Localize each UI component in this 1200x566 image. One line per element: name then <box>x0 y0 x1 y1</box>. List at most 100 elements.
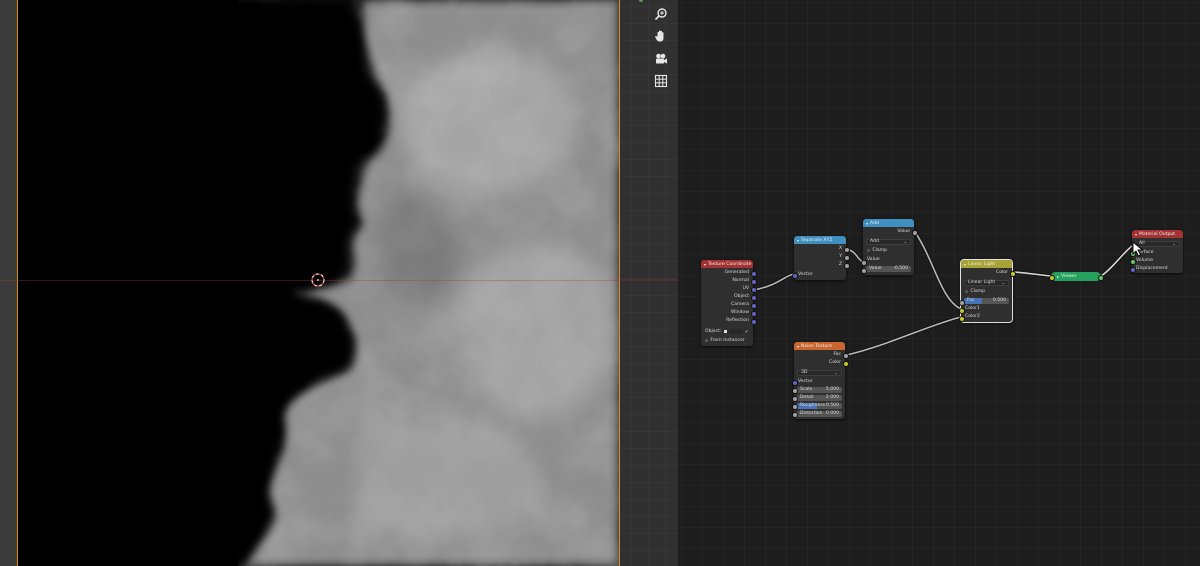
collapse-arrow-icon[interactable]: ▸ <box>1057 274 1059 279</box>
socket-vector-in[interactable] <box>792 272 798 279</box>
viewer-node[interactable]: ▸ Viewer <box>1051 272 1101 281</box>
node-header[interactable]: ▾ Noise Texture <box>794 342 845 350</box>
scale-field[interactable]: Scale 5.000 <box>797 386 842 393</box>
operation-dropdown[interactable]: Add ⌄ <box>866 238 911 245</box>
object-picker-row[interactable]: Object: ✓ <box>705 328 749 335</box>
socket-label: Window <box>730 310 749 315</box>
node-header[interactable]: ▾ Linear Light <box>961 260 1012 268</box>
clamp-row[interactable]: Clamp <box>965 288 985 295</box>
socket-label: Color <box>829 360 841 365</box>
roughness-field-row[interactable]: Roughness 0.500 <box>797 402 842 409</box>
socket-row: UV <box>742 285 749 292</box>
3d-cursor-icon[interactable] <box>310 272 326 288</box>
grid-icon[interactable] <box>651 71 671 91</box>
fac-field[interactable]: Fac 0.500 <box>964 297 1009 304</box>
dimension-dropdown[interactable]: 3D ⌄ <box>797 369 842 376</box>
socket-displacement-in[interactable] <box>1130 266 1136 273</box>
socket-normal[interactable] <box>751 278 757 285</box>
separate-xyz-node[interactable]: ▾ Separate XYZ X Y Z Vector <box>794 236 846 280</box>
socket-color1-in[interactable] <box>959 307 965 314</box>
roughness-field[interactable]: Roughness 0.500 <box>797 402 842 409</box>
texture-coordinate-node[interactable]: ▾ Texture Coordinate Generated Normal UV… <box>701 260 753 346</box>
object-field[interactable] <box>728 329 743 334</box>
socket-window[interactable] <box>751 310 757 317</box>
socket-uv[interactable] <box>751 286 757 293</box>
dimension-dropdown-row[interactable]: 3D ⌄ <box>797 369 842 376</box>
blend-mode-dropdown[interactable]: Linear Light ⌄ <box>964 279 1009 286</box>
socket-generated[interactable] <box>751 270 757 277</box>
collapse-arrow-icon[interactable]: ▾ <box>964 262 966 267</box>
chevron-down-icon: ⌄ <box>1172 241 1176 246</box>
camera-icon[interactable] <box>651 49 671 69</box>
socket-value-in-2[interactable] <box>861 267 867 274</box>
from-instancer-row[interactable]: From Instancer <box>705 337 745 344</box>
from-instancer-checkbox[interactable] <box>705 338 709 343</box>
value-field[interactable]: Value -0.500 <box>866 265 911 272</box>
collapse-arrow-icon[interactable]: ▾ <box>797 344 799 349</box>
socket-fac-in[interactable] <box>959 299 965 306</box>
hand-icon[interactable] <box>651 26 671 46</box>
socket-vector-in[interactable] <box>792 379 798 386</box>
distortion-field-row[interactable]: Distortion 0.000 <box>797 410 842 417</box>
3d-viewport[interactable] <box>0 0 620 566</box>
socket-color-out[interactable] <box>843 360 849 367</box>
socket-label: Camera <box>730 302 749 307</box>
socket-color2-in[interactable] <box>959 315 965 322</box>
socket-color-out[interactable] <box>1010 270 1016 277</box>
socket-value-out[interactable] <box>912 229 918 236</box>
detail-field-row[interactable]: Detail 2.000 <box>797 394 842 401</box>
linear-light-node[interactable]: ▾ Linear Light Color Linear Light ⌄ Clamp… <box>960 259 1013 323</box>
clamp-row[interactable]: Clamp <box>867 247 887 254</box>
shader-node-editor[interactable]: ▾ Texture Coordinate Generated Normal UV… <box>679 0 1200 566</box>
socket-label: Displacement <box>1136 266 1168 271</box>
clamp-checkbox[interactable] <box>965 289 969 294</box>
socket-roughness-in[interactable] <box>792 403 798 410</box>
socket-fac-out[interactable] <box>843 352 849 359</box>
socket-label: UV <box>742 286 749 291</box>
fac-field-row[interactable]: Fac 0.500 <box>964 297 1009 304</box>
checkbox-label: From Instancer <box>710 338 745 343</box>
collapse-arrow-icon[interactable]: ▾ <box>704 262 706 267</box>
eyedropper-icon[interactable]: ✓ <box>745 329 749 335</box>
node-header[interactable]: ▾ Separate XYZ <box>794 236 846 244</box>
blend-dropdown-row[interactable]: Linear Light ⌄ <box>964 279 1009 286</box>
socket-detail-in[interactable] <box>792 395 798 402</box>
socket-y[interactable] <box>844 254 850 261</box>
socket-volume-in[interactable] <box>1130 258 1136 265</box>
socket-scale-in[interactable] <box>792 387 798 394</box>
viewport-left-edge <box>0 0 18 566</box>
node-header[interactable]: ▾ Texture Coordinate <box>701 260 753 268</box>
node-header[interactable]: ▾ Material Output <box>1132 230 1183 238</box>
socket-row: Color1 <box>965 305 980 312</box>
socket-row: Volume <box>1136 257 1153 264</box>
collapse-arrow-icon[interactable]: ▾ <box>797 238 799 243</box>
collapse-arrow-icon[interactable]: ▾ <box>1135 232 1137 237</box>
socket-reflection[interactable] <box>751 318 757 325</box>
node-header[interactable]: ▾ Add <box>863 219 914 227</box>
socket-distortion-in[interactable] <box>792 411 798 418</box>
socket-viewer-out[interactable] <box>1098 274 1104 281</box>
socket-viewer-in[interactable] <box>1049 274 1055 281</box>
socket-label: Generated <box>724 270 749 275</box>
socket-z[interactable] <box>844 262 850 269</box>
clamp-checkbox[interactable] <box>867 248 871 253</box>
distortion-field[interactable]: Distortion 0.000 <box>797 410 842 417</box>
field-value: 0.500 <box>992 298 1006 303</box>
collapse-arrow-icon[interactable]: ▾ <box>866 221 868 226</box>
socket-row: Vector <box>798 271 813 278</box>
operation-dropdown-row[interactable]: Add ⌄ <box>866 238 911 245</box>
chevron-down-icon: ⌄ <box>834 370 838 375</box>
field-value: 5.000 <box>825 387 839 392</box>
add-math-node[interactable]: ▾ Add Value Add ⌄ Clamp Value Value -0.500 <box>863 219 914 275</box>
socket-label: Vector <box>798 379 813 384</box>
socket-x[interactable] <box>844 246 850 253</box>
socket-camera[interactable] <box>751 302 757 309</box>
noise-texture-node[interactable]: ▾ Noise Texture Fac Color 3D ⌄ Vector Sca… <box>794 342 845 419</box>
node-title: Viewer <box>1061 274 1077 279</box>
socket-value-in[interactable] <box>861 259 867 266</box>
socket-object[interactable] <box>751 294 757 301</box>
zoom-icon[interactable] <box>651 4 671 24</box>
scale-field-row[interactable]: Scale 5.000 <box>797 386 842 393</box>
detail-field[interactable]: Detail 2.000 <box>797 394 842 401</box>
value-field-row[interactable]: Value -0.500 <box>866 265 911 272</box>
